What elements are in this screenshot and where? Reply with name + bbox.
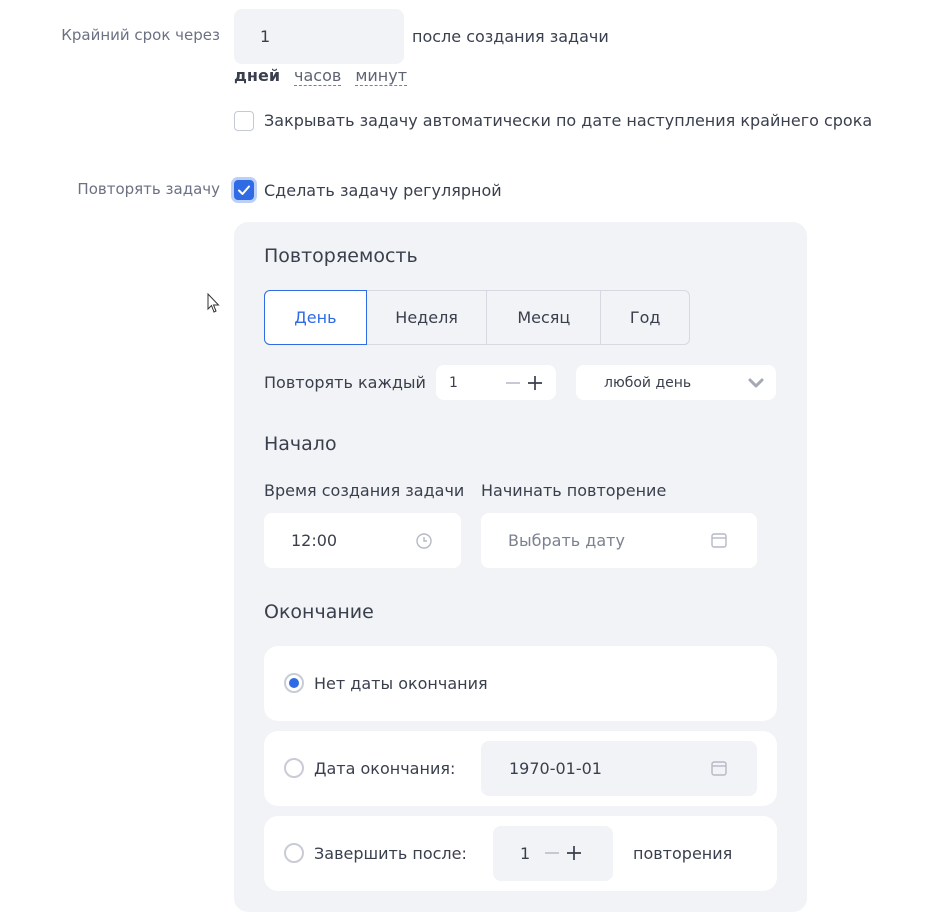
recurrence-tabs: День Неделя Месяц Год [264, 290, 690, 345]
tab-week[interactable]: Неделя [367, 291, 488, 344]
chevron-down-icon [748, 378, 764, 388]
tab-year[interactable]: Год [601, 291, 689, 344]
tab-day[interactable]: День [264, 290, 367, 345]
recurrence-title: Повторяемость [264, 245, 418, 267]
start-title: Начало [264, 433, 337, 455]
end-title: Окончание [264, 601, 374, 623]
plus-icon[interactable] [566, 845, 582, 861]
calendar-icon [711, 533, 727, 548]
end-date-value: 1970-01-01 [509, 759, 602, 778]
start-time-label: Время создания задачи [264, 481, 465, 500]
end-count-stepper[interactable]: 1 [493, 826, 613, 881]
repeat-label: Повторять задачу [77, 180, 220, 198]
end-date-radio[interactable] [284, 758, 304, 778]
end-count-radio[interactable] [284, 843, 304, 863]
deadline-suffix: после создания задачи [412, 27, 609, 46]
cursor-icon [207, 293, 220, 313]
start-time-input[interactable]: 12:00 [264, 513, 461, 568]
day-select-value: любой день [604, 374, 692, 391]
end-none-label: Нет даты окончания [314, 674, 488, 693]
end-count-value: 1 [520, 844, 531, 863]
start-time-value: 12:00 [291, 531, 338, 550]
tab-month[interactable]: Месяц [487, 291, 602, 344]
end-option-date[interactable]: Дата окончания: 1970-01-01 [264, 731, 777, 806]
minus-icon[interactable] [505, 375, 521, 391]
calendar-icon [711, 761, 727, 776]
repeat-every-label: Повторять каждый [264, 373, 426, 392]
minus-icon[interactable] [544, 845, 560, 861]
deadline-value: 1 [260, 27, 271, 46]
repeat-every-value: 1 [449, 374, 458, 391]
repeat-every-stepper[interactable]: 1 [436, 365, 556, 400]
auto-close-label: Закрывать задачу автоматически по дате н… [264, 111, 873, 130]
start-date-input[interactable]: Выбрать дату [481, 513, 757, 568]
deadline-input[interactable]: 1 [234, 9, 404, 64]
deadline-units: дней часов минут [234, 67, 408, 86]
end-option-none[interactable]: Нет даты окончания [264, 646, 777, 721]
end-date-label: Дата окончания: [314, 759, 456, 778]
repeat-checkbox-label: Сделать задачу регулярной [264, 181, 502, 200]
end-count-label: Завершить после: [314, 844, 467, 863]
deadline-label: Крайний срок через [61, 26, 220, 44]
plus-icon[interactable] [527, 375, 543, 391]
clock-icon [416, 533, 432, 549]
end-count-suffix: повторения [633, 844, 733, 863]
start-date-label: Начинать повторение [481, 481, 667, 500]
start-date-placeholder: Выбрать дату [508, 531, 625, 550]
check-icon [238, 185, 250, 195]
unit-hours[interactable]: часов [294, 67, 342, 86]
end-date-input[interactable]: 1970-01-01 [481, 741, 757, 796]
auto-close-checkbox[interactable] [234, 111, 254, 131]
day-select[interactable]: любой день [576, 365, 776, 400]
repeat-checkbox[interactable] [234, 180, 254, 200]
unit-days[interactable]: дней [234, 67, 280, 86]
unit-minutes[interactable]: минут [355, 67, 408, 86]
end-option-count[interactable]: Завершить после: 1 повторения [264, 816, 777, 891]
end-none-radio[interactable] [284, 673, 304, 693]
